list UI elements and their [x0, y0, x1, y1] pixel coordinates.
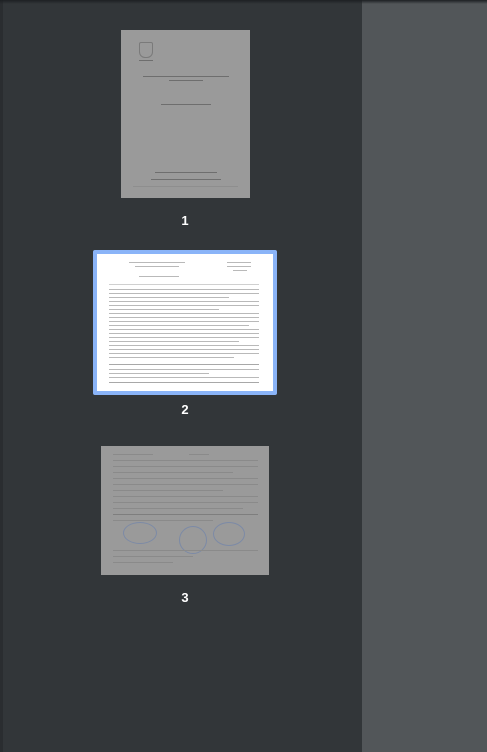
page-number-label: 1: [181, 213, 189, 228]
selected-page-highlight: [93, 250, 277, 395]
page-3-preview: [101, 446, 269, 575]
page-thumbnail-1[interactable]: 1: [3, 0, 365, 235]
stamp-icon: [213, 522, 245, 546]
thumbnail-sidebar: 1 2 3: [0, 0, 362, 752]
seal-logo-icon: [139, 42, 153, 58]
top-shadow: [0, 0, 487, 4]
page-number-label: 2: [181, 402, 189, 417]
document-viewer-area[interactable]: [362, 0, 487, 752]
page-thumbnail-3[interactable]: 3: [3, 430, 365, 620]
page-number-label: 3: [181, 590, 189, 605]
stamp-icon: [123, 522, 157, 544]
page-1-preview: [121, 30, 250, 198]
